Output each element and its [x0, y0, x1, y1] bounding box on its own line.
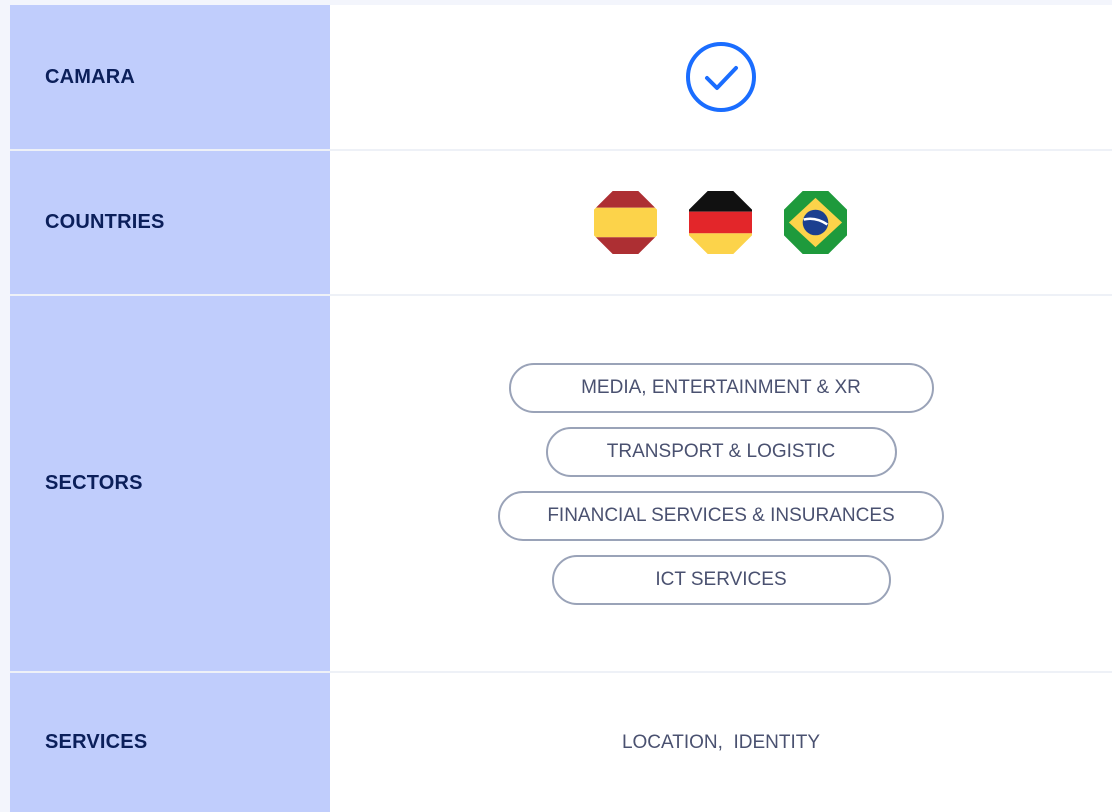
brazil-flag-icon: [783, 190, 848, 255]
flag-list: [593, 190, 848, 255]
value-cell-sectors: MEDIA, ENTERTAINMENT & XR TRANSPORT & LO…: [330, 296, 1112, 671]
sector-chip: ICT SERVICES: [551, 554, 891, 605]
sector-chip: MEDIA, ENTERTAINMENT & XR: [508, 362, 934, 413]
value-cell-countries: [330, 151, 1112, 294]
row-countries: COUNTRIES: [10, 151, 1112, 294]
germany-flag-icon: [688, 190, 753, 255]
check-circle-icon: [685, 42, 756, 112]
countries-label: COUNTRIES: [45, 211, 165, 233]
camara-label: CAMARA: [45, 65, 136, 88]
value-cell-camara: [330, 5, 1112, 149]
sector-chip-list: MEDIA, ENTERTAINMENT & XR TRANSPORT & LO…: [498, 362, 944, 605]
label-cell-sectors: SECTORS: [10, 296, 330, 671]
sector-chip: FINANCIAL SERVICES & INSURANCES: [498, 490, 944, 541]
sector-chip: TRANSPORT & LOGISTIC: [545, 426, 897, 477]
info-table: CAMARA COUNTRIES SECTORS MEDIA, ENTERTAI…: [10, 5, 1112, 812]
services-label: SERVICES: [45, 731, 148, 753]
services-value: LOCATION, IDENTITY: [621, 731, 821, 753]
sectors-label: SECTORS: [45, 472, 143, 494]
label-cell-countries: COUNTRIES: [10, 151, 330, 294]
spain-flag-icon: [593, 190, 658, 255]
label-cell-camara: CAMARA: [10, 5, 330, 149]
row-services: SERVICES LOCATION, IDENTITY: [10, 673, 1112, 812]
value-cell-services: LOCATION, IDENTITY: [330, 673, 1112, 812]
row-camara: CAMARA: [10, 5, 1112, 149]
label-cell-services: SERVICES: [10, 673, 330, 812]
row-sectors: SECTORS MEDIA, ENTERTAINMENT & XR TRANSP…: [10, 296, 1112, 671]
